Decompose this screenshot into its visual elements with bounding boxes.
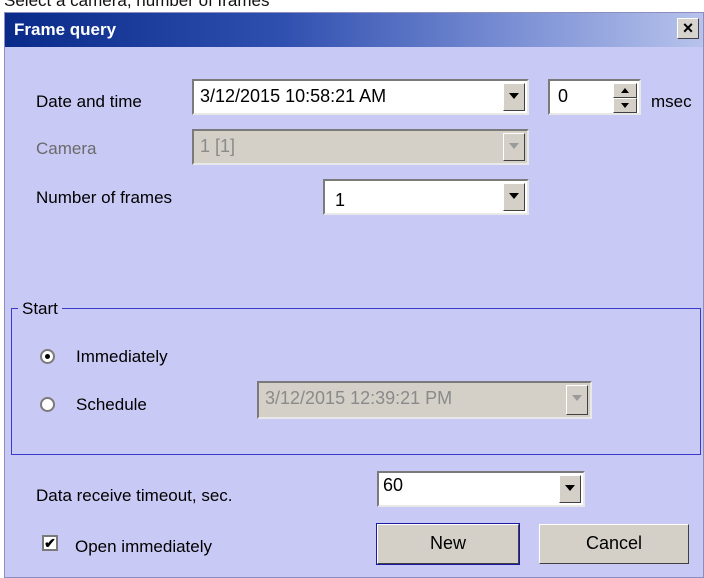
chevron-down-icon[interactable] [503, 83, 525, 111]
timeout-combo[interactable]: 60 [377, 471, 585, 507]
frames-value: 1 [335, 190, 346, 210]
schedule-value: 3/12/2015 12:39:21 PM [265, 388, 453, 408]
start-groupbox: Start Immediately Schedule 3/12/2015 12:… [11, 299, 701, 455]
camera-combo: 1 [1] [192, 129, 529, 165]
immediately-label[interactable]: Immediately [76, 347, 168, 367]
immediately-radio[interactable] [40, 349, 55, 364]
msec-unit-label: msec [651, 92, 692, 111]
date-time-label: Date and time [36, 92, 142, 111]
open-immediately-label[interactable]: Open immediately [75, 537, 212, 557]
timeout-label: Data receive timeout, sec. [36, 486, 233, 505]
title-bar[interactable]: Frame query × [5, 13, 703, 47]
frames-combo[interactable]: 1 [323, 179, 529, 215]
chevron-down-icon [503, 133, 525, 161]
new-button[interactable]: New [376, 523, 520, 565]
close-icon: × [682, 18, 694, 38]
chevron-down-icon[interactable] [559, 475, 581, 503]
schedule-label[interactable]: Schedule [76, 395, 147, 415]
schedule-radio[interactable] [40, 397, 55, 412]
timeout-value: 60 [383, 475, 404, 495]
chevron-down-icon[interactable] [503, 183, 525, 211]
cancel-button[interactable]: Cancel [539, 524, 689, 564]
frame-query-dialog: Frame query × Date and time 3/12/2015 10… [4, 12, 704, 578]
dialog-title: Frame query [14, 20, 117, 39]
caption-text: Select a camera, number of frames [4, 0, 270, 10]
frames-label: Number of frames [36, 188, 173, 207]
start-group-title: Start [18, 299, 62, 319]
spin-down-icon[interactable] [613, 98, 637, 113]
close-button[interactable]: × [677, 18, 699, 39]
date-time-combo[interactable]: 3/12/2015 10:58:21 AM [192, 79, 529, 115]
msec-spinner[interactable]: 0 [548, 79, 641, 115]
camera-label: Camera [36, 139, 97, 158]
check-icon: ✔ [44, 535, 56, 551]
spin-up-icon[interactable] [613, 83, 637, 98]
camera-value: 1 [1] [200, 136, 236, 156]
spin-buttons [613, 83, 637, 113]
msec-value: 0 [558, 86, 569, 106]
schedule-combo: 3/12/2015 12:39:21 PM [257, 381, 592, 419]
date-time-value: 3/12/2015 10:58:21 AM [200, 86, 387, 106]
open-immediately-checkbox[interactable]: ✔ [42, 535, 58, 551]
chevron-down-icon [566, 385, 588, 415]
